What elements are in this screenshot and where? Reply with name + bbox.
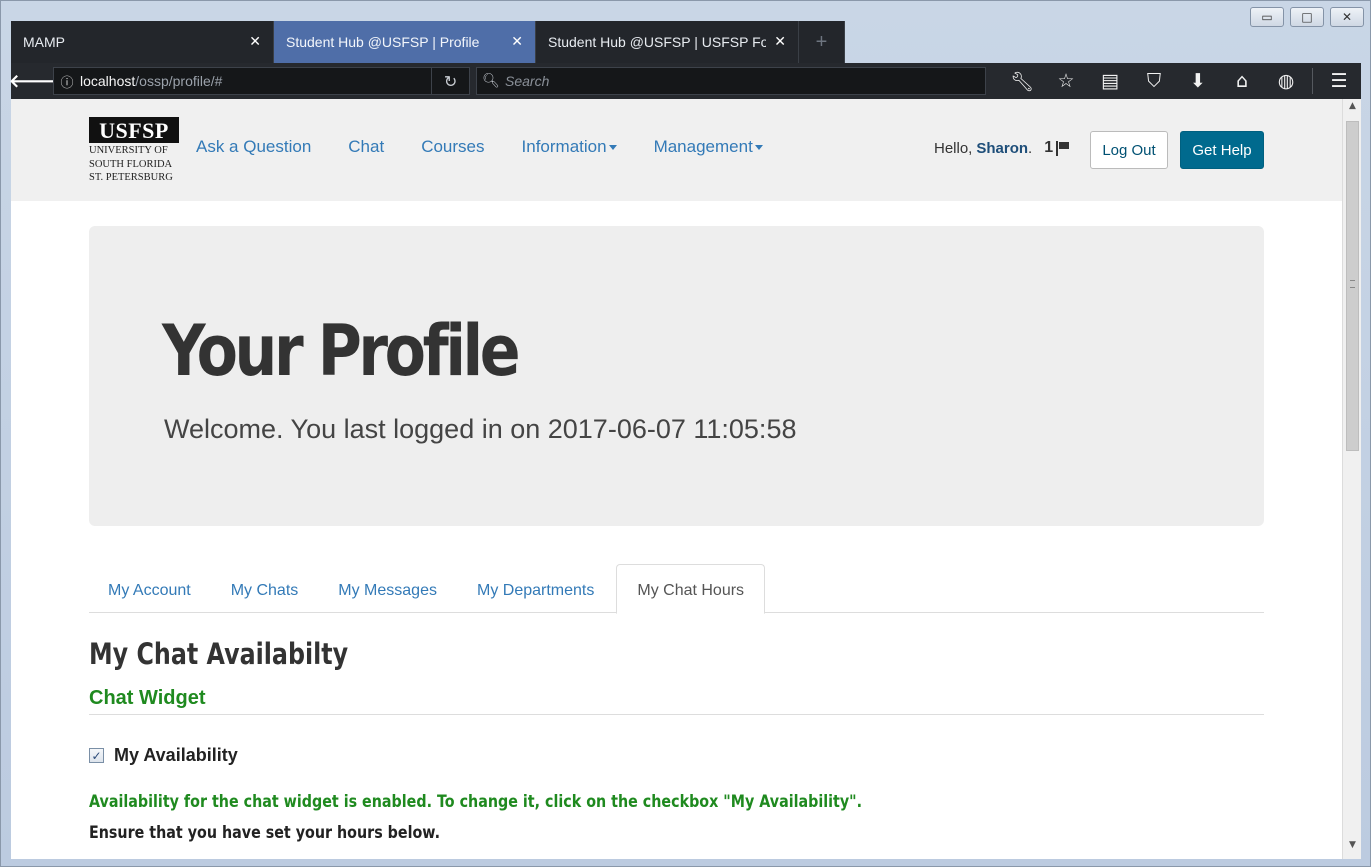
site-header: USFSP UNIVERSITY OF SOUTH FLORIDA ST. PE…: [11, 99, 1342, 201]
tab-my-account[interactable]: My Account: [89, 564, 211, 613]
toolbar-divider: [1312, 68, 1313, 94]
logo-line: UNIVERSITY OF: [89, 145, 168, 156]
scroll-up-arrow-icon[interactable]: ▲: [1343, 101, 1362, 118]
tab-my-chat-hours[interactable]: My Chat Hours: [616, 564, 766, 614]
logo-mark: USFSP: [89, 117, 179, 143]
search-icon: 🔍︎: [482, 73, 500, 89]
browser-tab-profile[interactable]: Student Hub @USFSP | Profile ✕: [274, 21, 536, 63]
tab-my-chats[interactable]: My Chats: [211, 564, 319, 613]
url-host: localhost: [80, 73, 136, 89]
browser-tab-forum[interactable]: Student Hub @USFSP | USFSP Fo ✕: [536, 21, 799, 63]
site-info-icon[interactable]: ⓘ: [54, 72, 80, 91]
page-scrollbar[interactable]: ▲ ▼: [1342, 99, 1361, 859]
scroll-thumb[interactable]: [1346, 121, 1359, 451]
availability-status-message: Availability for the chat widget is enab…: [89, 792, 863, 812]
notifications[interactable]: 1: [1044, 139, 1070, 157]
star-icon[interactable]: ☆: [1044, 70, 1088, 92]
caret-down-icon: [754, 145, 763, 151]
close-tab-icon[interactable]: ✕: [511, 34, 523, 50]
profile-tabs: My Account My Chats My Messages My Depar…: [89, 564, 1264, 614]
minimize-button[interactable]: ▭: [1250, 7, 1284, 27]
close-tab-icon[interactable]: ✕: [249, 34, 261, 50]
username: Sharon: [976, 139, 1029, 157]
scroll-down-arrow-icon[interactable]: ▼: [1343, 840, 1362, 857]
close-tab-icon[interactable]: ✕: [774, 34, 786, 50]
tab-label: Student Hub @USFSP | USFSP Fo: [548, 34, 767, 50]
user-greeting: Hello, Sharon. 1: [934, 139, 1070, 157]
download-icon[interactable]: ⬇: [1176, 70, 1220, 92]
tab-label: MAMP: [23, 34, 65, 50]
url-bar[interactable]: ⓘ localhost/ossp/profile/#: [53, 67, 433, 95]
maximize-button[interactable]: □: [1290, 7, 1324, 27]
tab-my-departments[interactable]: My Departments: [457, 564, 614, 613]
browser-tab-mamp[interactable]: MAMP ✕: [11, 21, 274, 63]
notification-count: 1: [1044, 139, 1054, 156]
browser-tabstrip: MAMP ✕ Student Hub @USFSP | Profile ✕ St…: [11, 21, 845, 63]
profile-jumbotron: Your Profile Welcome. You last logged in…: [89, 226, 1264, 526]
tab-label: Student Hub @USFSP | Profile: [286, 34, 480, 50]
availability-toggle[interactable]: ✓ My Availability: [89, 745, 238, 766]
browser-navbar: 🡐 ⓘ localhost/ossp/profile/# ↻ 🔍︎ 🔧︎ ☆ ▤…: [9, 63, 1361, 99]
pocket-icon[interactable]: ⛉: [1132, 70, 1176, 92]
close-window-button[interactable]: ✕: [1330, 7, 1364, 27]
nav-courses[interactable]: Courses: [421, 137, 484, 157]
grip-icon: [1350, 280, 1355, 288]
get-help-button[interactable]: Get Help: [1180, 131, 1264, 169]
logo-line: ST. PETERSBURG: [89, 172, 173, 183]
greeting-text: Hello,: [934, 139, 973, 157]
tab-my-messages[interactable]: My Messages: [318, 564, 457, 613]
availability-checkbox[interactable]: ✓: [89, 748, 104, 763]
greeting-punct: .: [1028, 139, 1033, 157]
browser-window: ▭ □ ✕ MAMP ✕ Student Hub @USFSP | Profil…: [0, 0, 1371, 867]
nav-chat[interactable]: Chat: [348, 137, 384, 157]
extension-icon[interactable]: ◍: [1264, 70, 1308, 92]
reload-icon[interactable]: ↻: [432, 67, 470, 95]
search-input[interactable]: [505, 73, 985, 89]
subsection-title: Chat Widget: [89, 687, 206, 709]
page-title: Your Profile: [162, 310, 521, 392]
hours-hint: Ensure that you have set your hours belo…: [89, 823, 441, 843]
menu-icon[interactable]: ☰: [1317, 70, 1361, 92]
browser-toolbar: 🔧︎ ☆ ▤ ⛉ ⬇ ⌂ ◍ ☰: [1000, 68, 1361, 94]
back-arrow-icon[interactable]: 🡐: [9, 68, 57, 94]
divider: [89, 714, 1264, 715]
flag-icon: [1056, 141, 1070, 156]
url-path: /ossp/profile/#: [135, 73, 223, 89]
nav-management-dropdown[interactable]: Management: [654, 137, 763, 157]
section-title: My Chat Availabilty: [89, 637, 349, 671]
home-icon[interactable]: ⌂: [1220, 70, 1264, 92]
nav-information-dropdown[interactable]: Information: [522, 137, 617, 157]
nav-ask-question[interactable]: Ask a Question: [196, 137, 311, 157]
availability-label: My Availability: [114, 745, 238, 765]
search-bar[interactable]: 🔍︎: [476, 67, 986, 95]
logo-line: SOUTH FLORIDA: [89, 158, 173, 170]
reading-list-icon[interactable]: ▤: [1088, 70, 1132, 92]
logout-button[interactable]: Log Out: [1090, 131, 1168, 169]
new-tab-button[interactable]: +: [799, 21, 845, 63]
last-login-text: Welcome. You last logged in on 2017-06-0…: [164, 414, 797, 444]
usfsp-logo[interactable]: USFSP UNIVERSITY OF SOUTH FLORIDA ST. PE…: [89, 117, 179, 184]
window-controls: ▭ □ ✕: [1250, 7, 1364, 27]
main-nav: Ask a Question Chat Courses Information …: [196, 137, 800, 157]
page-viewport: USFSP UNIVERSITY OF SOUTH FLORIDA ST. PE…: [11, 99, 1342, 859]
caret-down-icon: [608, 145, 617, 151]
wrench-icon[interactable]: 🔧︎: [1000, 70, 1044, 93]
